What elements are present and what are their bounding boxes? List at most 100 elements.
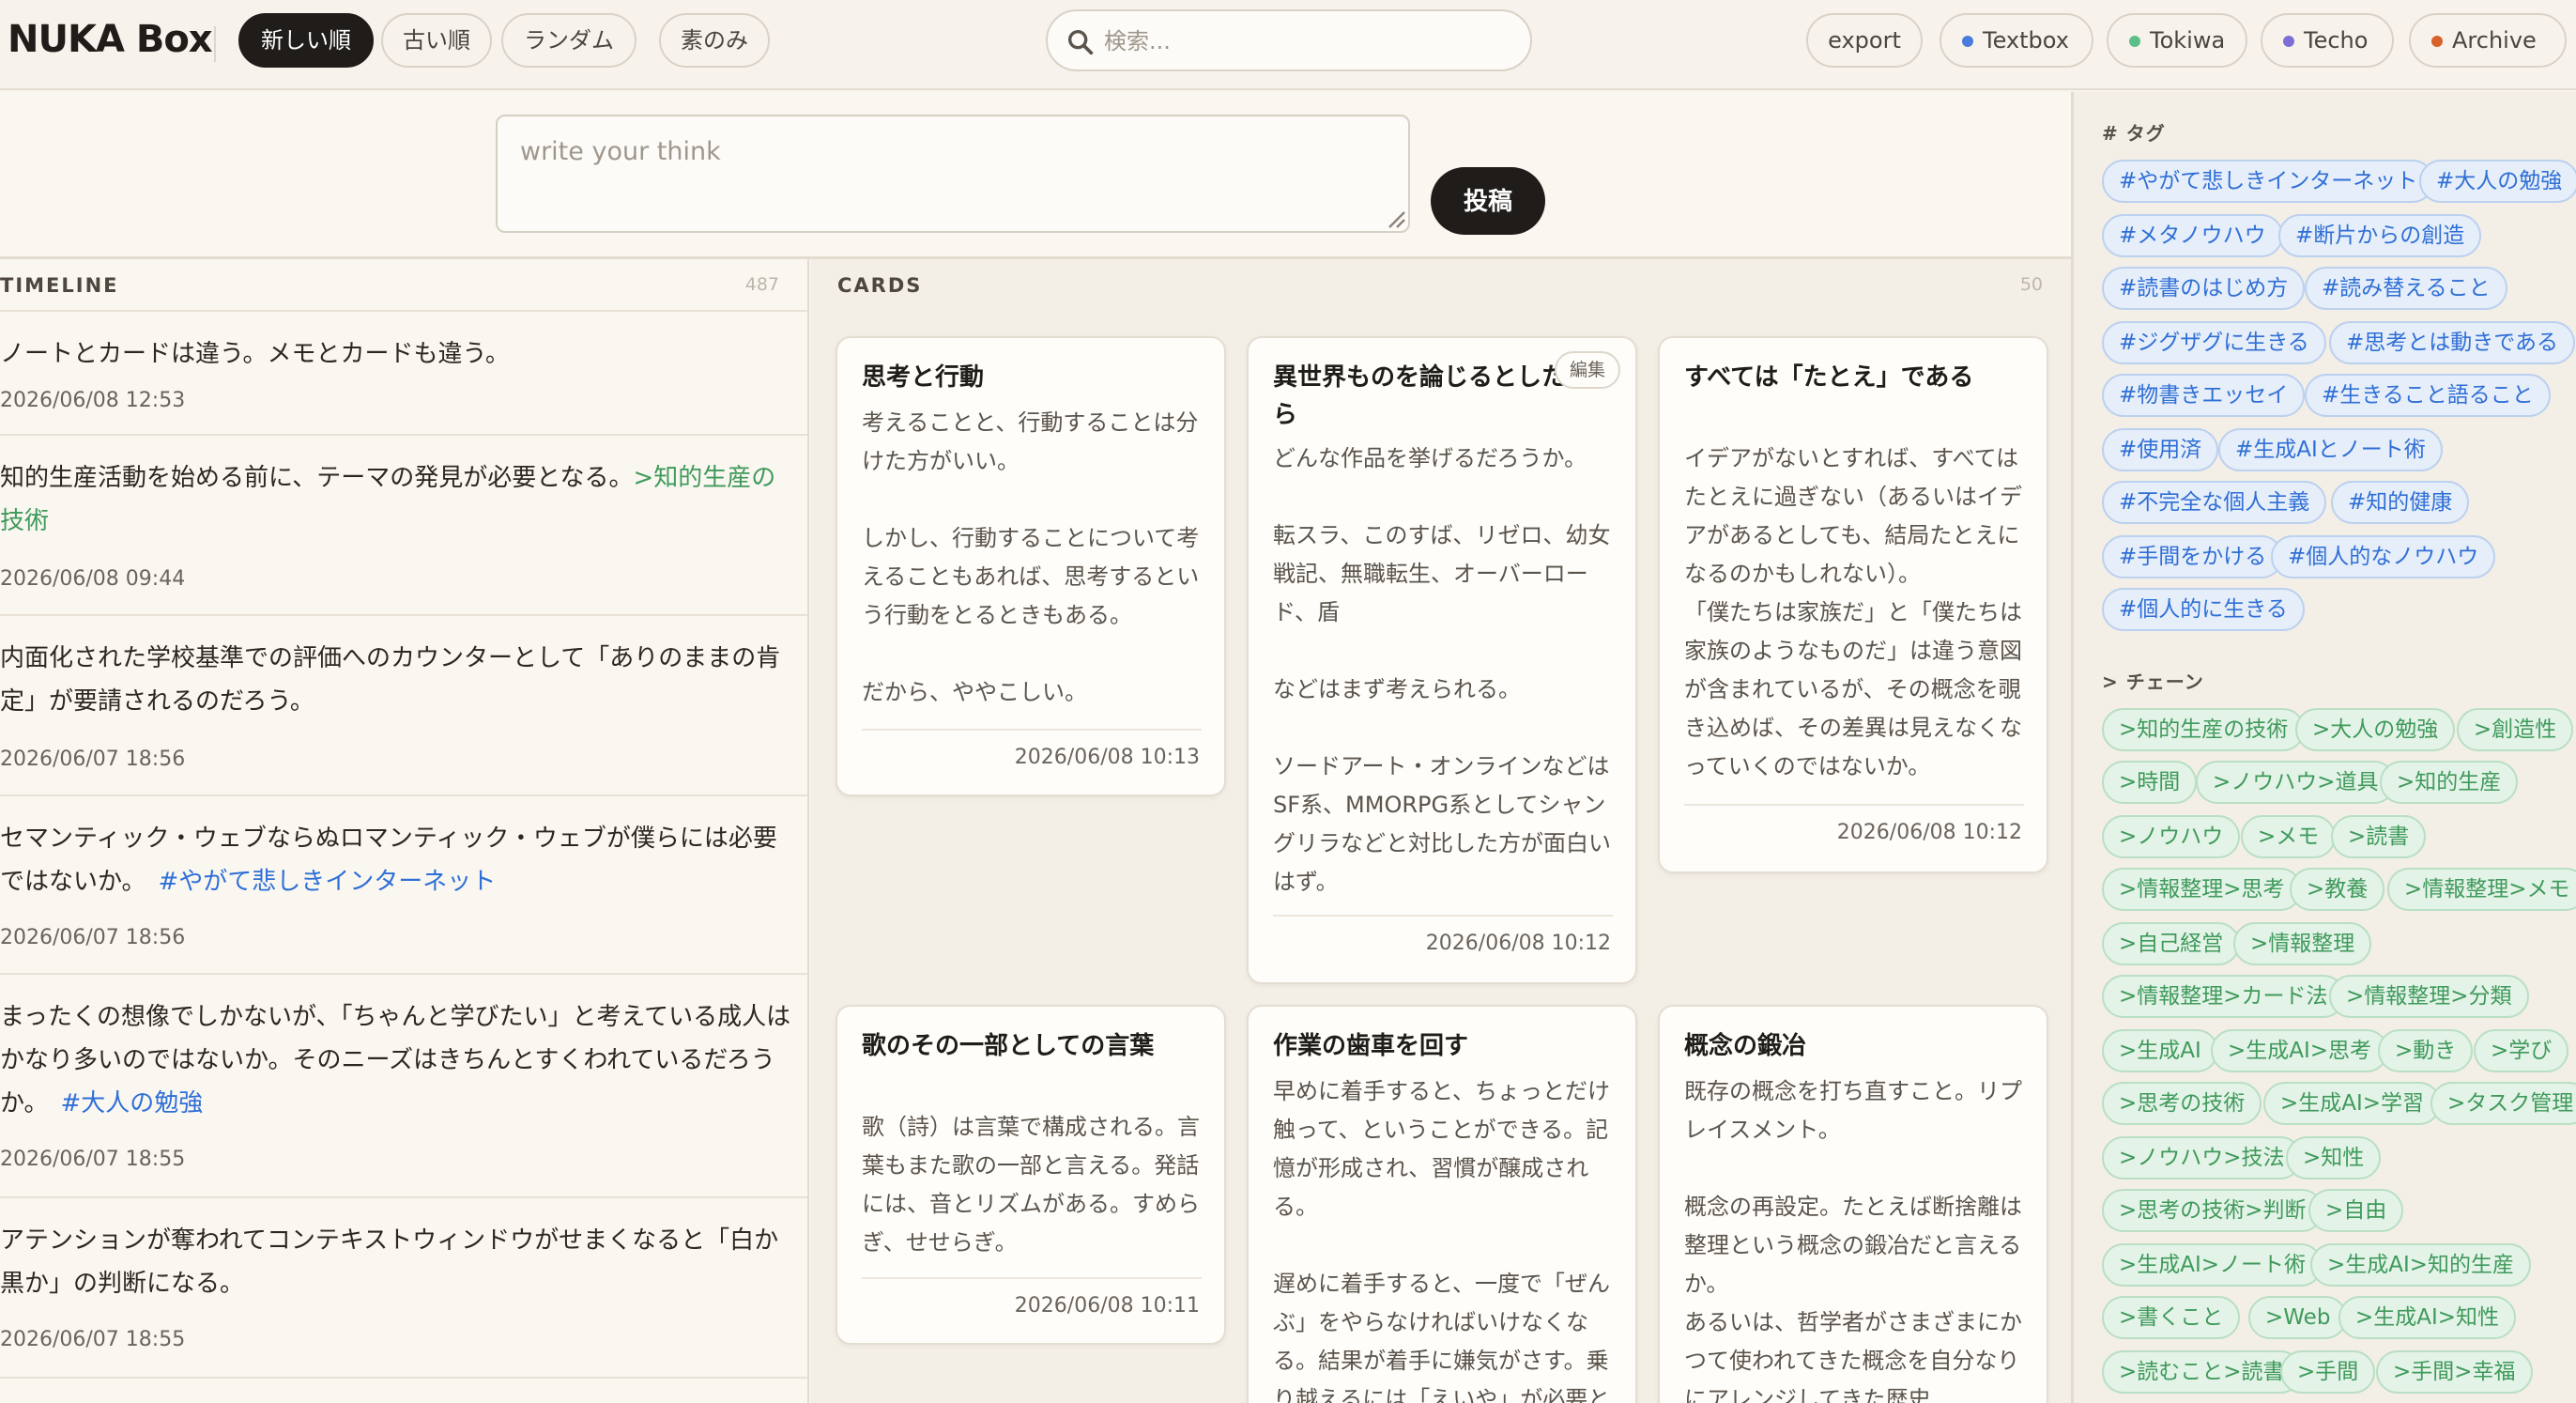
sidebar-tag[interactable]: #読み替えること [2305,267,2507,310]
sidebar-chain[interactable]: >手間 [2280,1350,2376,1394]
card-body: 歌（詩）は言葉で構成される。言葉もまた歌の一部と言える。発話には、音とリズムがあ… [862,1114,1200,1256]
sidebar-chain[interactable]: >思考の技術 [2102,1082,2262,1125]
timeline-item-text: まったくの想像でしかないが、「ちゃんと学びたい」と考えている成人はかなり多いので… [0,1003,791,1118]
card-title: 作業の歯車を回す [1273,1032,1469,1060]
card-title: 思考と行動 [862,363,985,392]
compose-textarea[interactable] [496,115,1410,233]
sidebar-chain[interactable]: >タスク管理 [2430,1082,2576,1125]
search-input[interactable] [1104,21,1517,62]
sidebar-chain[interactable]: >自由 [2308,1189,2404,1232]
sidebar-chain[interactable]: >情報整理>思考 [2102,868,2302,911]
space-tab-techo[interactable]: Techo [2261,13,2394,68]
sort-tab-plain-only[interactable]: 素のみ [659,13,770,68]
sidebar-chain[interactable]: >Web [2248,1296,2348,1339]
sidebar-chain[interactable]: >思考の技術>判断 [2102,1189,2323,1232]
sidebar-chain[interactable]: >メモ [2241,815,2337,858]
sort-tab-newest[interactable]: 新しい順 [238,13,374,68]
cards-panel: CARDS 50 思考と行動 考えることと、行動することは分けた方がいい。 しか… [811,259,2071,1403]
sidebar-chain[interactable]: >大人の勉強 [2295,708,2456,751]
sidebar-tag[interactable]: #読書のはじめ方 [2102,267,2306,310]
card[interactable]: 異世界ものを論じるとしたら 編集 どんな作品を挙げるだろうか。 転スラ、このすば… [1247,336,1637,984]
sidebar-tag[interactable]: #生成AIとノート術 [2218,428,2443,471]
sidebar-chain[interactable]: >生成AI>知的生産 [2310,1243,2532,1287]
timeline-item-date: 2026/06/07 18:56 [0,926,186,949]
sidebar-chain[interactable]: >手間>幸福 [2376,1350,2533,1394]
sidebar-chain[interactable]: >知性 [2286,1136,2382,1179]
sidebar-chain[interactable]: >知的生産 [2380,761,2519,804]
sidebar-tag[interactable]: #断片からの創造 [2278,214,2482,257]
sidebar-tag[interactable]: #やがて悲しきインターネット [2102,160,2435,203]
top-bar: NUKA Box 新しい順 古い順 ランダム 素のみ export Textbo… [0,0,2576,90]
timeline-item[interactable]: 知的生産活動を始める前に、テーマの発見が必要となる。>知的生産の技術 2026/… [0,438,807,616]
sidebar-chain[interactable]: >情報整理>メモ [2387,868,2576,911]
tag-link[interactable]: #大人の勉強 [61,1089,204,1118]
sidebar-tag[interactable]: #生きること語ること [2305,374,2551,417]
card-date: 2026/06/08 10:11 [1014,1294,1200,1318]
sidebar-tag[interactable]: #物書きエッセイ [2102,374,2306,417]
space-tab-textbox[interactable]: Textbox [1940,13,2093,68]
sort-tab-random[interactable]: ランダム [501,13,636,68]
sidebar-chain[interactable]: >読書 [2331,815,2427,858]
card-title: 歌のその一部としての言葉 [862,1032,1155,1060]
sidebar-chain[interactable]: >生成AI [2102,1029,2218,1072]
sidebar-chain[interactable]: >生成AI>ノート術 [2102,1243,2323,1287]
resize-grip-icon[interactable] [1384,207,1406,229]
sidebar-chain[interactable]: >ノウハウ [2102,815,2241,858]
space-tab-archive[interactable]: Archive [2409,13,2567,68]
sidebar-tag[interactable]: #大人の勉強 [2419,160,2576,203]
sidebar-tag[interactable]: #思考とは動きである [2329,321,2576,364]
sidebar-chain[interactable]: >生成AI>思考 [2211,1029,2389,1072]
timeline-item-date: 2026/06/08 09:44 [0,567,186,591]
timeline-panel: TIMELINE 487 ノートとカードは違う。メモとカードも違う。 2026/… [0,259,809,1403]
tag-link[interactable]: #やがて悲しきインターネット [159,868,497,896]
timeline-item[interactable]: 内面化された学校基準での評価へのカウンターとして「ありのままの肯定」が要請される… [0,618,807,796]
export-button[interactable]: export [1806,13,1923,68]
edit-button[interactable]: 編集 [1554,351,1620,389]
sidebar-chain[interactable]: >情報整理>分類 [2329,975,2529,1018]
card[interactable]: 思考と行動 考えることと、行動することは分けた方がいい。 しかし、行動することに… [836,336,1226,796]
timeline-item[interactable]: アテンションが奪われてコンテキストウィンドウがせまくなると「白か黒か」の判断にな… [0,1200,807,1379]
sidebar-chain[interactable]: >情報整理 [2233,922,2372,965]
timeline-item[interactable]: ノートとカードは違う。メモとカードも違う。 2026/06/08 12:53 [0,314,807,436]
sidebar-tag[interactable]: #メタノウハウ [2102,214,2283,257]
card-title: すべては「たとえ」である [1684,363,1974,392]
timeline-item-date: 2026/06/08 12:53 [0,389,186,412]
sidebar-chain[interactable]: >情報整理>カード法 [2102,975,2345,1018]
sidebar-tag[interactable]: #使用済 [2102,428,2219,471]
sidebar-chain[interactable]: >生成AI>学習 [2263,1082,2442,1125]
sidebar-chain[interactable]: >学び [2474,1029,2569,1072]
sidebar-chain[interactable]: >生成AI>知性 [2338,1296,2517,1339]
card-divider [862,729,1202,731]
sidebar-chain[interactable]: >読むこと>読書 [2102,1350,2302,1394]
card[interactable]: 概念の鍛冶 既存の概念を打ち直すこと。リプレイスメント。 概念の再設定。たとえば… [1658,1005,2048,1403]
card-title: 概念の鍛冶 [1684,1032,1807,1060]
sidebar-chain[interactable]: >ノウハウ>技法 [2102,1136,2302,1179]
search-box[interactable] [1046,9,1532,71]
sidebar-chain[interactable]: >自己経営 [2102,922,2241,965]
space-color-dot [2283,36,2294,47]
sidebar-chain[interactable]: >時間 [2102,761,2198,804]
card[interactable]: すべては「たとえ」である イデアがないとすれば、すべてはたとえに過ぎない（あるい… [1658,336,2048,873]
timeline-item[interactable]: セマンティック・ウェブならぬロマンティック・ウェブが僕らには必要ではないか。 #… [0,798,807,975]
card[interactable]: 作業の歯車を回す 早めに着手すると、ちょっとだけ触って、ということができる。記憶… [1247,1005,1637,1403]
sidebar-tag[interactable]: #ジグザグに生きる [2102,321,2326,364]
sort-tab-oldest[interactable]: 古い順 [381,13,492,68]
sidebar-tag[interactable]: #手間をかける [2102,535,2284,578]
post-button[interactable]: 投稿 [1431,167,1545,235]
timeline-item-text: 内面化された学校基準での評価へのカウンターとして「ありのままの肯定」が要請される… [0,644,781,716]
sidebar-chain[interactable]: >書くこと [2102,1296,2241,1339]
app-logo[interactable]: NUKA Box [8,15,213,64]
sidebar-chain[interactable]: >知的生産の技術 [2102,708,2306,751]
sidebar-chain[interactable]: >教養 [2290,868,2385,911]
sidebar-tag[interactable]: #不完全な個人主義 [2102,481,2327,524]
timeline-header: TIMELINE 487 [0,259,807,312]
sidebar-chain[interactable]: >創造性 [2457,708,2574,751]
sidebar-tag[interactable]: #知的健康 [2331,481,2470,524]
timeline-item[interactable]: まったくの想像でしかないが、「ちゃんと学びたい」と考えている成人はかなり多いので… [0,977,807,1198]
card[interactable]: 歌のその一部としての言葉 歌（詩）は言葉で構成される。言葉もまた歌の一部と言える… [836,1005,1226,1345]
sidebar-tag[interactable]: #個人的に生きる [2102,588,2305,631]
space-tab-tokiwa[interactable]: Tokiwa [2107,13,2247,68]
sidebar-chain[interactable]: >ノウハウ>道具 [2196,761,2396,804]
sidebar-tag[interactable]: #個人的なノウハウ [2271,535,2496,578]
sidebar-chain[interactable]: >動き [2378,1029,2474,1072]
